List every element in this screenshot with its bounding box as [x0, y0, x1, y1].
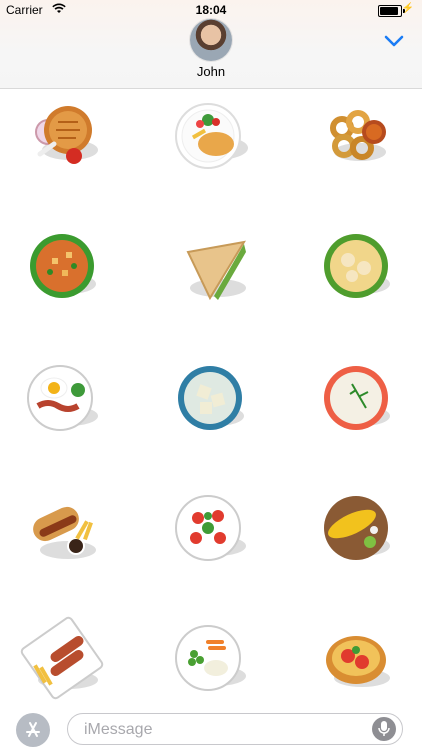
vegetable-soup-sticker[interactable]	[18, 222, 108, 312]
roast-chicken-sticker[interactable]	[18, 92, 108, 182]
hot-dog-fries-sticker[interactable]	[18, 484, 108, 574]
caprese-salad-sticker[interactable]	[166, 484, 256, 574]
conversation-header: Carrier 18:04 ⚡ John	[0, 0, 422, 89]
message-field[interactable]	[67, 713, 403, 745]
compose-bar	[0, 704, 422, 750]
mashed-potatoes-sticker[interactable]	[312, 354, 402, 444]
sandwich-sticker[interactable]	[166, 222, 256, 312]
onion-rings-sticker[interactable]	[312, 92, 402, 182]
tomato-bruschetta-sticker[interactable]	[312, 614, 402, 704]
egg-bacon-breakfast-sticker[interactable]	[18, 354, 108, 444]
contact-name[interactable]: John	[0, 64, 422, 79]
sausages-fries-sticker[interactable]	[18, 614, 108, 704]
charging-icon: ⚡	[401, 3, 414, 14]
chevron-down-icon[interactable]	[384, 34, 404, 48]
battery-icon	[378, 5, 405, 17]
pasta-bowl-sticker[interactable]	[312, 222, 402, 312]
peas-carrots-plate-sticker[interactable]	[166, 614, 256, 704]
schnitzel-plate-sticker[interactable]	[166, 92, 256, 182]
ravioli-bowl-sticker[interactable]	[166, 354, 256, 444]
corn-cob-board-sticker[interactable]	[312, 484, 402, 574]
status-bar: Carrier 18:04 ⚡	[0, 0, 422, 20]
contact-avatar[interactable]	[190, 19, 232, 61]
microphone-icon[interactable]	[372, 717, 396, 741]
message-input[interactable]	[82, 719, 366, 741]
clock: 18:04	[195, 3, 227, 17]
app-store-icon[interactable]	[16, 713, 50, 747]
